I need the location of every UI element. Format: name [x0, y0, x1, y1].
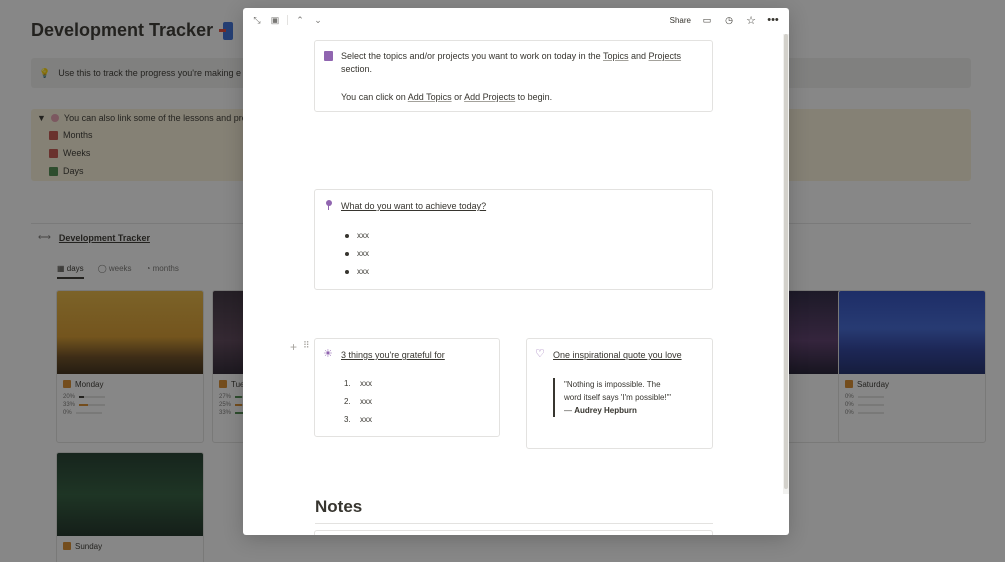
list-item[interactable]: 3. xxx: [344, 414, 372, 432]
quote-heading[interactable]: One inspirational quote you love: [553, 350, 682, 360]
intro-or-text: or: [451, 92, 465, 102]
intro-begin-text: to begin.: [515, 92, 553, 102]
chevron-up-icon[interactable]: ⌃: [294, 14, 306, 26]
heart-icon: ♡: [535, 348, 545, 360]
intro-line2-text: You can click on: [341, 92, 408, 102]
list-number: 1.: [344, 379, 351, 388]
list-item-text: xxx: [357, 267, 369, 276]
list-item-text: xxx: [357, 231, 369, 240]
divider: [287, 15, 288, 25]
list-number: 3.: [344, 415, 351, 424]
list-item-text: xxx: [360, 415, 372, 424]
list-item-text: xxx: [360, 379, 372, 388]
scrollbar[interactable]: [783, 34, 789, 494]
grateful-list: 1. xxx 2. xxx 3. xxx: [344, 378, 372, 432]
list-item[interactable]: xxx: [343, 230, 369, 248]
list-item-text: xxx: [357, 249, 369, 258]
share-button[interactable]: Share: [670, 16, 691, 25]
quote-line: word itself says 'I'm possible!'": [564, 393, 672, 402]
page-peek-modal: ⤡ ▣ ⌃ ⌄ Share ▭ ◷ ☆ ••• Select the topic…: [243, 8, 789, 535]
expand-icon[interactable]: ⤡: [251, 14, 263, 26]
grateful-block: ☀ 3 things you're grateful for 1. xxx 2. x…: [314, 338, 500, 437]
intro-text: Select the topics and/or projects you wa…: [341, 50, 706, 76]
notes-heading: Notes: [315, 497, 363, 516]
modal-topbar: ⤡ ▣ ⌃ ⌄ Share ▭ ◷ ☆ •••: [243, 8, 789, 34]
pin-icon-stem: [328, 205, 329, 210]
achieve-heading[interactable]: What do you want to achieve today?: [341, 201, 486, 211]
add-topics-link[interactable]: Add Topics: [408, 92, 452, 102]
star-icon[interactable]: ☆: [745, 14, 757, 27]
topics-link[interactable]: Topics: [603, 51, 629, 61]
list-item[interactable]: 1. xxx: [344, 378, 372, 396]
scrollbar-thumb[interactable]: [784, 34, 788, 489]
quote-attribution: — Audrey Hepburn: [564, 404, 703, 417]
list-item[interactable]: xxx: [343, 266, 369, 284]
quote-line: "Nothing is impossible. The: [564, 380, 661, 389]
quote-block: ♡ One inspirational quote you love "Noth…: [526, 338, 713, 449]
quote-author: Audrey Hepburn: [574, 406, 637, 415]
list-number: 2.: [344, 397, 351, 406]
notes-divider: [315, 523, 713, 524]
add-projects-link[interactable]: Add Projects: [464, 92, 515, 102]
list-item-text: xxx: [360, 397, 372, 406]
notes-block-edge: [314, 530, 713, 535]
sun-icon: ☀: [323, 348, 333, 360]
comment-icon[interactable]: ▭: [701, 14, 713, 26]
intro-callout: Select the topics and/or projects you wa…: [314, 40, 713, 112]
intro-line2: You can click on Add Topics or Add Proje…: [341, 91, 706, 104]
quote-dash: —: [564, 406, 575, 415]
list-item[interactable]: 2. xxx: [344, 396, 372, 414]
topbar-left-controls: ⤡ ▣ ⌃ ⌄: [251, 14, 324, 26]
chevron-down-icon[interactable]: ⌄: [312, 14, 324, 26]
intro-and-text: and: [628, 51, 649, 61]
intro-line1-text: Select the topics and/or projects you wa…: [341, 51, 603, 61]
topbar-right-controls: Share ▭ ◷ ☆ •••: [670, 14, 779, 27]
add-block-icon[interactable]: +: [290, 340, 297, 354]
drag-handle-icon[interactable]: ⠿: [303, 340, 310, 351]
grateful-heading[interactable]: 3 things you're grateful for: [341, 350, 445, 360]
pin-icon: [326, 200, 332, 206]
book-icon: [324, 51, 333, 61]
more-options-icon[interactable]: •••: [767, 14, 779, 26]
peek-mode-icon[interactable]: ▣: [269, 14, 281, 26]
list-item[interactable]: xxx: [343, 248, 369, 266]
quote: "Nothing is impossible. The word itself …: [553, 378, 703, 417]
clock-icon[interactable]: ◷: [723, 14, 735, 26]
achieve-list: xxx xxx xxx: [343, 230, 369, 284]
achieve-today-block: What do you want to achieve today? xxx x…: [314, 189, 713, 290]
intro-section-text: section.: [341, 64, 373, 74]
projects-link[interactable]: Projects: [649, 51, 682, 61]
